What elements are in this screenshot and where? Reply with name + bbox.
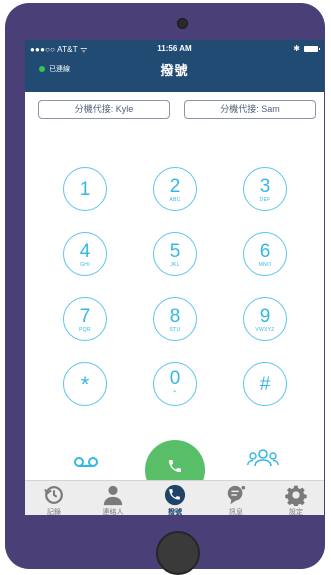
key-digit: 0	[169, 368, 181, 389]
keypad-key-7[interactable]: 7 PQR	[63, 297, 107, 341]
tab-messages[interactable]: 訊息	[211, 484, 261, 515]
key-digit: #	[259, 374, 271, 395]
keypad-key-4[interactable]: 4 GHI	[63, 232, 107, 276]
keypad-key-8[interactable]: 8 STU	[153, 297, 197, 341]
key-digit: 4	[79, 241, 91, 262]
tab-label: 撥號	[168, 509, 182, 515]
key-digit: 8	[169, 306, 181, 327]
keypad-key-6[interactable]: 6 MNO	[243, 232, 287, 276]
phone-frame: ●●●○○ AT&T ᯤ 11:56 AM ✱ 已連線 撥號 分機代接: Kyl…	[5, 3, 325, 575]
key-letters: MNO	[258, 262, 272, 268]
keypad-key-5[interactable]: 5 JKL	[153, 232, 197, 276]
tab-settings[interactable]: 設定	[271, 484, 321, 515]
key-digit: *	[80, 372, 90, 397]
message-icon	[227, 485, 246, 505]
key-letters: VWXYZ	[255, 327, 275, 333]
tab-label: 記錄	[47, 509, 61, 515]
tab-label: 訊息	[229, 509, 243, 515]
phone-icon	[164, 484, 186, 506]
gear-icon	[285, 485, 307, 506]
voicemail-icon[interactable]	[73, 456, 99, 468]
keypad-key-1[interactable]: 1	[63, 167, 107, 211]
keypad-key-pound[interactable]: #	[243, 362, 287, 406]
phone-screen: ●●●○○ AT&T ᯤ 11:56 AM ✱ 已連線 撥號 分機代接: Kyl…	[25, 40, 324, 515]
tab-label: 連絡人	[102, 509, 124, 515]
key-letters: DEF	[259, 197, 271, 203]
top-bar: ●●●○○ AT&T ᯤ 11:56 AM ✱ 已連線 撥號	[25, 40, 324, 92]
keypad-key-star[interactable]: *	[63, 362, 107, 406]
phone-handset-icon	[169, 460, 181, 472]
keypad-key-9[interactable]: 9 VWXYZ	[243, 297, 287, 341]
key-digit: 7	[79, 306, 91, 327]
key-letters: +	[173, 389, 177, 395]
camera-dot	[177, 18, 188, 29]
key-digit: 9	[259, 306, 271, 327]
tab-dialer[interactable]: 撥號	[150, 484, 200, 515]
tab-history[interactable]: 記錄	[29, 484, 79, 515]
key-letters: GHI	[80, 262, 90, 268]
key-letters: PQR	[79, 327, 91, 333]
tab-contacts[interactable]: 連絡人	[88, 484, 138, 515]
status-time: 11:56 AM	[157, 44, 192, 53]
key-letters: JKL	[170, 262, 180, 268]
call-action-bar	[25, 430, 324, 500]
battery-icon	[304, 45, 320, 52]
key-digit: 1	[79, 179, 91, 200]
key-digit: 6	[259, 241, 271, 262]
contact-icon	[103, 485, 123, 506]
extension-pickup-sam-button[interactable]: 分機代接: Sam	[184, 100, 316, 119]
keypad-key-2[interactable]: 2 ABC	[153, 167, 197, 211]
key-digit: 5	[169, 241, 181, 262]
key-letters: STU	[169, 327, 181, 333]
page-title: 撥號	[160, 63, 189, 78]
bottom-tab-bar: 記錄 連絡人 撥號 訊息 設定	[25, 480, 324, 515]
extension-pickup-kyle-button[interactable]: 分機代接: Kyle	[38, 100, 170, 119]
key-digit: 3	[259, 176, 271, 197]
history-icon	[44, 486, 63, 504]
status-right: ✱	[293, 44, 320, 53]
tab-label: 設定	[289, 509, 303, 515]
keypad-key-3[interactable]: 3 DEF	[243, 167, 287, 211]
group-call-icon[interactable]	[247, 449, 279, 467]
key-letters: ABC	[169, 197, 181, 203]
home-button[interactable]	[156, 531, 200, 575]
keypad-key-0[interactable]: 0 +	[153, 362, 197, 406]
key-digit: 2	[169, 176, 181, 197]
bluetooth-icon: ✱	[293, 44, 300, 53]
